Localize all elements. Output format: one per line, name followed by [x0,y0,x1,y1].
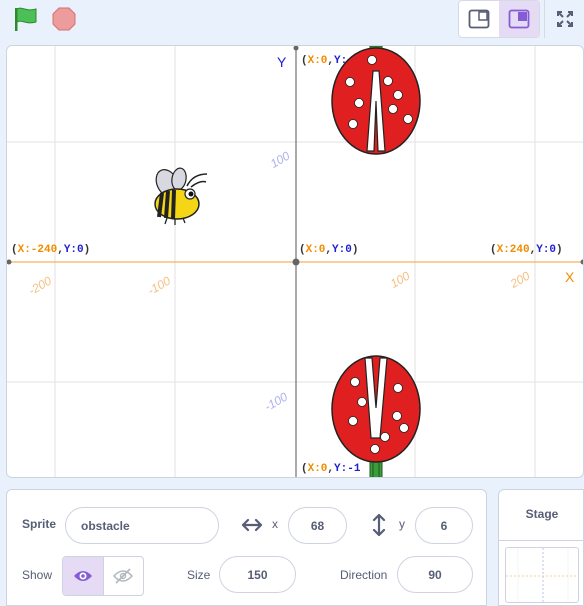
stage-selector-panel[interactable]: Stage [498,489,584,606]
fullscreen-icon [556,11,573,27]
stage-thumbnail[interactable] [505,547,579,603]
green-flag-icon[interactable] [10,5,40,33]
obstacle-top-sprite[interactable] [331,46,421,155]
stage-mode-toggle [458,0,540,38]
y-label: y [399,517,405,531]
tick-y-neg100: -100 [262,389,290,413]
hide-sprite-button[interactable] [102,557,143,595]
y-position-icon [371,513,387,537]
x-position-icon [241,517,263,533]
tick-x-neg100: -100 [145,273,173,297]
normal-stage-mode-button[interactable] [499,1,539,37]
left-dot [7,259,12,265]
small-stage-mode-icon [468,9,490,29]
coord-label-left: (X:-240,Y:0) [11,244,90,256]
stage-title: Stage [525,507,559,521]
coord-label-bottom: (X:0,Y:-1 [301,463,361,475]
sprite-label: Sprite [22,517,57,531]
coord-label-center: (X:0,Y:0) [299,244,358,256]
bee-sprite[interactable] [152,166,208,225]
top-dot [293,46,299,51]
show-label: Show [22,568,53,582]
stop-icon[interactable] [50,5,78,33]
axis-x-label: X [565,269,575,285]
x-label: x [272,517,278,531]
tick-x-200: 200 [507,268,532,291]
coord-label-top: (X:0,Y: [301,55,347,67]
y-position-input[interactable]: 6 [415,507,473,544]
coord-label-right: (X:240,Y:0) [490,244,563,256]
normal-stage-mode-icon [508,9,530,29]
tick-x-100: 100 [388,268,413,290]
direction-input[interactable]: 90 [397,556,473,593]
show-sprite-button[interactable] [63,557,103,595]
eye-hidden-icon [113,568,134,584]
stage-canvas[interactable]: -200 -100 100 200 100 -100 Y X (X:-240,Y… [6,45,584,478]
divider [499,540,584,541]
fullscreen-button[interactable] [544,0,584,38]
size-input[interactable]: 150 [219,556,296,593]
size-label: Size [187,568,211,582]
obstacle-bottom-sprite[interactable] [331,355,421,478]
right-dot [580,259,583,265]
tick-y-100: 100 [268,148,293,170]
sprite-info-panel: Sprite obstacle x 68 y 6 Show Size 150 D… [6,489,487,606]
tick-x-neg200: -200 [26,273,54,297]
sprite-name-input[interactable]: obstacle [65,507,219,544]
origin-dot [292,258,300,266]
eye-icon [73,571,92,581]
small-stage-mode-button[interactable] [459,1,499,37]
axis-y-label: Y [277,54,287,70]
visibility-toggle [62,556,144,596]
x-position-input[interactable]: 68 [288,507,347,544]
direction-label: Direction [340,568,388,582]
